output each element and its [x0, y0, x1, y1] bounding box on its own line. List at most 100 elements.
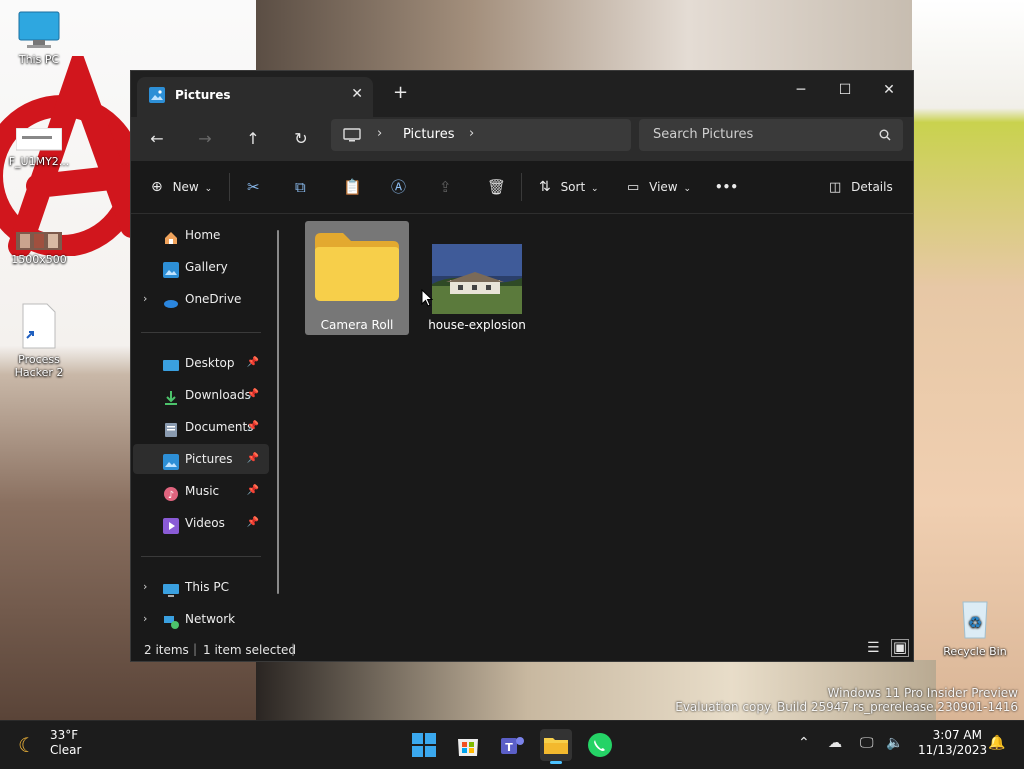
- sidebar-item-downloads[interactable]: Downloads 📌: [133, 380, 269, 410]
- whatsapp-icon: [588, 733, 612, 757]
- address-bar[interactable]: › Pictures ›: [331, 119, 631, 151]
- desktop-icon-process-hacker[interactable]: Process Hacker 2: [4, 302, 74, 379]
- chevron-down-icon: ⌄: [591, 184, 599, 194]
- more-options-button[interactable]: •••: [715, 175, 738, 199]
- paste-icon[interactable]: 📋: [343, 175, 362, 199]
- sidebar-item-pictures[interactable]: Pictures 📌: [133, 444, 269, 474]
- this-pc-icon: [163, 579, 179, 597]
- desktop-icon-this-pc[interactable]: This PC: [4, 10, 74, 66]
- breadcrumb-pictures[interactable]: Pictures: [403, 127, 454, 142]
- chevron-right-icon[interactable]: ›: [143, 284, 147, 314]
- rename-icon[interactable]: Ⓐ: [391, 175, 406, 199]
- new-button[interactable]: ⊕ New ⌄: [151, 175, 212, 199]
- image-thumbnail: [432, 244, 522, 314]
- close-tab-icon[interactable]: ✕: [351, 86, 363, 102]
- sidebar-item-documents[interactable]: Documents 📌: [133, 412, 269, 442]
- search-icon[interactable]: [879, 129, 891, 141]
- breadcrumb-chevron-icon[interactable]: ›: [377, 126, 382, 141]
- whatsapp-button[interactable]: [584, 729, 616, 761]
- maximize-button[interactable]: ☐: [823, 75, 867, 105]
- cut-icon[interactable]: ✂: [247, 175, 260, 199]
- weather-widget[interactable]: 33°F Clear: [50, 728, 81, 758]
- file-item-house-explosion[interactable]: house-explosion: [425, 221, 529, 335]
- monitor-icon: [18, 11, 60, 48]
- view-button[interactable]: ▭ View ⌄: [627, 175, 691, 199]
- network-icon[interactable]: 🖵: [860, 735, 874, 751]
- windows-watermark: Windows 11 Pro Insider Preview Evaluatio…: [675, 686, 1018, 714]
- details-button[interactable]: ◫ Details: [829, 175, 893, 199]
- command-bar: ⊕ New ⌄ ✂ ⧉ 📋 Ⓐ ⇪ 🗑 ⇅ Sort ⌄ ▭ View ⌄ ••…: [131, 161, 913, 214]
- tab-title: Pictures: [175, 88, 231, 102]
- chevron-right-icon[interactable]: ›: [143, 604, 147, 634]
- sidebar-item-music[interactable]: ♪ Music 📌: [133, 476, 269, 506]
- recycle-bin-icon: ♻: [962, 601, 988, 639]
- pin-icon: 📌: [246, 421, 259, 432]
- search-input[interactable]: Search Pictures: [639, 119, 903, 151]
- close-window-button[interactable]: ✕: [867, 75, 911, 105]
- up-arrow-icon[interactable]: ↑: [239, 127, 267, 151]
- svg-text:T: T: [505, 741, 513, 754]
- desktop-icon: [163, 355, 179, 371]
- sidebar-item-desktop[interactable]: Desktop 📌: [133, 348, 269, 378]
- videos-icon: [163, 515, 179, 534]
- moon-weather-icon[interactable]: ☾: [18, 733, 36, 757]
- item-name: house-explosion: [428, 318, 526, 332]
- sidebar-item-onedrive[interactable]: › OneDrive: [133, 284, 269, 314]
- taskbar: ☾ 33°F Clear T ⌃ ☁ 🖵 🔈 3:07 AM 11/13/202…: [0, 720, 1024, 769]
- title-bar[interactable]: Pictures ✕ + ─ ☐ ✕: [131, 71, 913, 117]
- chevron-down-icon: ⌄: [204, 184, 213, 194]
- tab-pictures[interactable]: Pictures ✕: [137, 77, 373, 117]
- forward-arrow-icon[interactable]: →: [191, 127, 219, 151]
- microsoft-store-button[interactable]: [452, 729, 484, 761]
- breadcrumb-chevron-icon[interactable]: ›: [469, 126, 474, 141]
- pin-icon: 📌: [246, 389, 259, 400]
- folder-item-camera-roll[interactable]: Camera Roll: [305, 221, 409, 335]
- delete-icon[interactable]: 🗑: [487, 175, 506, 199]
- file-explorer-window[interactable]: Pictures ✕ + ─ ☐ ✕ ← → ↑ ↻ › Pictures › …: [130, 70, 914, 662]
- file-explorer-button[interactable]: [540, 729, 572, 764]
- details-view-icon[interactable]: ☰: [867, 640, 880, 656]
- refresh-icon[interactable]: ↻: [287, 127, 315, 151]
- onedrive-status-icon[interactable]: ☁: [828, 735, 842, 751]
- plus-circle-icon: ⊕: [151, 179, 163, 195]
- view-icon: ▭: [627, 180, 640, 195]
- shortcut-file-icon: [22, 303, 56, 349]
- sidebar-item-home[interactable]: Home: [133, 220, 269, 250]
- sidebar-item-network[interactable]: › Network: [133, 604, 269, 634]
- nav-scrollbar[interactable]: [277, 230, 279, 594]
- desktop-icon-1500x500[interactable]: 1500x500: [4, 232, 74, 266]
- mouse-cursor-icon: [421, 289, 433, 307]
- sort-icon: ⇅: [539, 179, 551, 195]
- documents-icon: [163, 419, 179, 437]
- minimize-button[interactable]: ─: [779, 75, 823, 105]
- chevron-down-icon: ⌄: [683, 184, 691, 194]
- show-hidden-icons-chevron-icon[interactable]: ⌃: [798, 735, 810, 751]
- pictures-icon: [149, 87, 165, 103]
- notification-bell-icon[interactable]: 🔔: [988, 735, 1005, 751]
- new-tab-button[interactable]: +: [393, 84, 408, 102]
- copy-icon[interactable]: ⧉: [295, 175, 306, 199]
- pin-icon: 📌: [246, 485, 259, 496]
- sidebar-item-gallery[interactable]: Gallery: [133, 252, 269, 282]
- chevron-right-icon[interactable]: ›: [143, 572, 147, 602]
- start-button[interactable]: [408, 729, 440, 761]
- clock[interactable]: 3:07 AM 11/13/2023: [918, 728, 987, 758]
- share-icon[interactable]: ⇪: [439, 175, 452, 199]
- desktop-icon-recycle-bin[interactable]: ♻ Recycle Bin: [940, 598, 1010, 658]
- back-arrow-icon[interactable]: ←: [143, 127, 171, 151]
- network-icon: [163, 611, 179, 629]
- search-placeholder: Search Pictures: [653, 127, 754, 142]
- large-icons-view-icon[interactable]: ▣: [891, 639, 909, 657]
- details-pane-icon: ◫: [829, 180, 842, 195]
- image-thumbnail-icon: [16, 232, 62, 250]
- gallery-icon: [163, 259, 179, 278]
- teams-button[interactable]: T: [496, 729, 528, 761]
- sidebar-item-videos[interactable]: Videos 📌: [133, 508, 269, 538]
- desktop-icon-file[interactable]: F_U1MY2...: [4, 127, 74, 168]
- sort-button[interactable]: ⇅ Sort ⌄: [539, 175, 599, 199]
- volume-icon[interactable]: 🔈: [886, 735, 903, 751]
- address-bar-row: ← → ↑ ↻ › Pictures › Search Pictures: [131, 117, 913, 161]
- sidebar-item-this-pc[interactable]: › This PC: [133, 572, 269, 602]
- pin-icon: 📌: [246, 357, 259, 368]
- active-indicator: [550, 761, 562, 764]
